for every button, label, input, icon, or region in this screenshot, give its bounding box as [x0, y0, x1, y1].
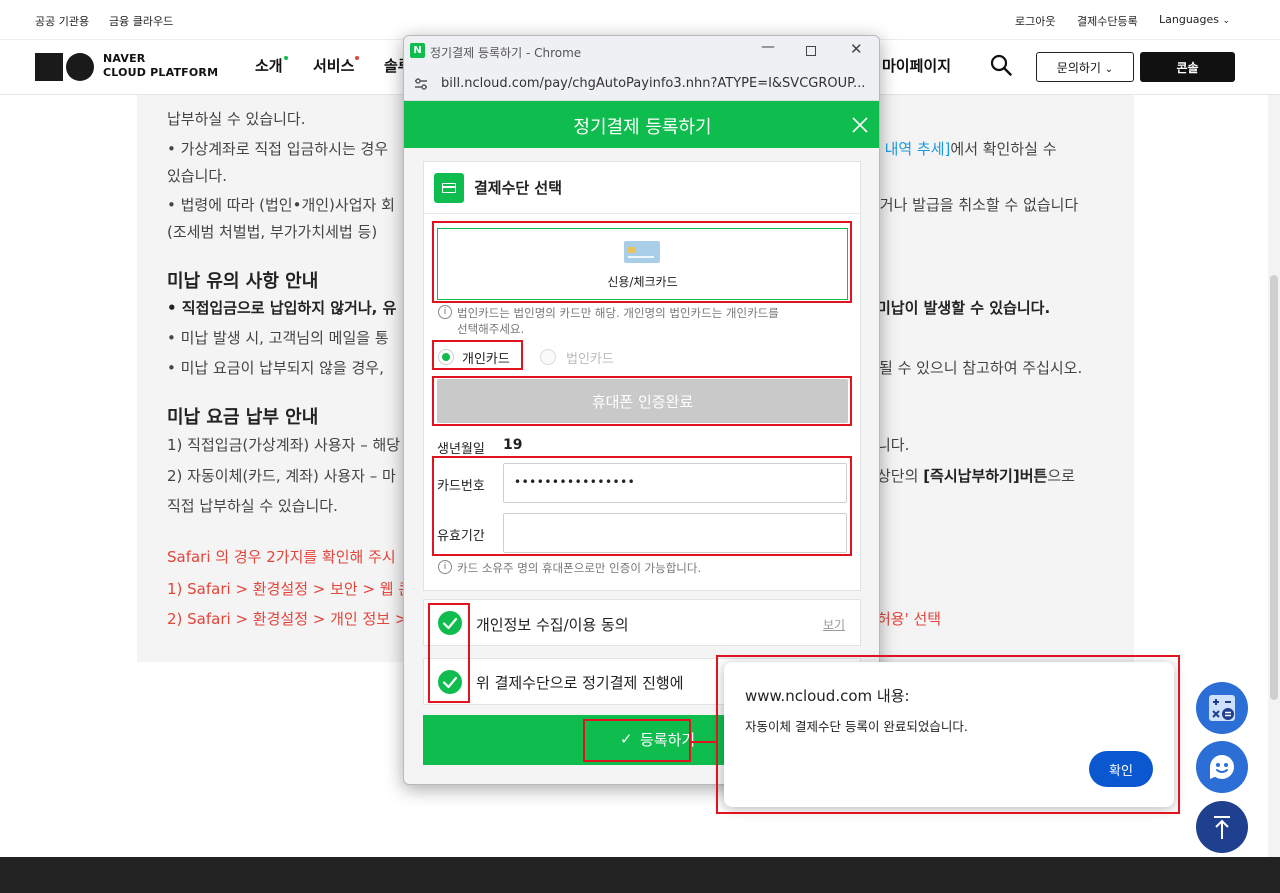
agreement-recurring-label: 위 결제수단으로 정기결제 진행에: [476, 674, 684, 692]
info-icon: i: [438, 305, 452, 319]
content-line: 상단의 [즉시납부하기]버튼으로: [877, 465, 1075, 486]
calculator-button[interactable]: [1196, 682, 1248, 734]
nav-item-mypage[interactable]: 마이페이지: [882, 55, 951, 76]
nav-item-services[interactable]: 서비스: [313, 55, 360, 76]
popup-header-title: 정기결제 등록하기: [573, 117, 712, 138]
popup-url[interactable]: bill.ncloud.com/pay/chgAutoPayinfo3.nhn?…: [441, 76, 865, 91]
nav-item-services-label: 서비스: [313, 57, 355, 75]
languages-label: Languages: [1159, 13, 1220, 26]
pay-now-reference: [즉시납부하기]버튼: [923, 467, 1048, 485]
nav-item-intro-label: 소개: [255, 57, 283, 75]
content-line: (조세범 처벌법, 부가가치세법 등): [167, 223, 378, 241]
logo-text-naver[interactable]: NAVER: [103, 52, 145, 65]
popup-window-title: 정기결제 등록하기 - Chrome: [430, 46, 582, 60]
calculator-icon: [1209, 695, 1235, 721]
content-line: 구 내역 추세]에서 확인하실 수: [866, 138, 1057, 159]
public-sector-link[interactable]: 공공 기관용: [35, 13, 89, 29]
new-dot-icon: [355, 56, 360, 60]
nav-item-intro[interactable]: 소개: [255, 55, 288, 76]
corporate-card-notice: 법인카드는 법인명의 카드만 해당. 개인명의 법인카드는 개인카드를: [457, 306, 779, 320]
chevron-down-icon: ⌄: [1222, 16, 1231, 26]
safari-notice: Safari 의 경우 2가지를 확인해 주시: [167, 548, 396, 566]
popup-close-icon[interactable]: [851, 116, 869, 134]
logo-text-cloud-platform[interactable]: CLOUD PLATFORM: [103, 66, 218, 79]
new-dot-icon: [283, 56, 288, 60]
content-text: 에서 확인하실 수: [950, 140, 1057, 158]
popup-address-bar[interactable]: bill.ncloud.com/pay/chgAutoPayinfo3.nhn?…: [404, 66, 879, 101]
content-line: • 미납 발생 시, 고객님의 메일을 통: [167, 329, 389, 347]
content-line: 직접 납부하실 수 있습니다.: [167, 497, 338, 515]
highlight-connector-line: [691, 741, 718, 743]
window-close-icon[interactable]: ✕: [850, 40, 863, 58]
safari-notice: 허용' 선택: [877, 610, 942, 628]
content-line: 니다.: [877, 436, 910, 454]
content-line: 납부하실 수 있습니다.: [167, 110, 306, 128]
content-text: 으로: [1047, 467, 1075, 485]
top-utility-bar: 공공 기관용 금융 클라우드 로그아웃 결제수단등록 Languages ⌄: [0, 0, 1280, 40]
corporate-card-radio[interactable]: [540, 349, 556, 365]
languages-menu[interactable]: Languages ⌄: [1159, 13, 1230, 26]
section-heading: 미납 유의 사항 안내: [167, 271, 319, 292]
site-settings-icon[interactable]: [414, 77, 428, 91]
highlight-personal-card: [432, 340, 523, 370]
highlight-phone-auth: [432, 376, 852, 426]
content-line: • 가상계좌로 직접 입금하시는 경우: [167, 140, 389, 158]
highlight-agreements: [428, 603, 470, 703]
arrow-up-icon: [1214, 816, 1230, 839]
chatbot-button[interactable]: [1196, 741, 1248, 793]
agreement-privacy-label: 개인정보 수집/이용 동의: [476, 616, 629, 634]
chevron-down-icon: ⌄: [1104, 63, 1114, 75]
maximize-icon[interactable]: [806, 46, 816, 56]
safari-notice: 2) Safari > 환경설정 > 개인 정보 >: [167, 610, 408, 628]
view-terms-link[interactable]: 보기: [823, 616, 845, 633]
content-line: 될 수 있으니 참고하여 주십시오.: [879, 359, 1083, 377]
content-line: 않거나 발급을 취소할 수 없습니다: [866, 196, 1079, 214]
birth-label: 생년월일: [437, 442, 485, 457]
content-line: • 직접입금으로 납입하지 않거나, 유: [167, 299, 397, 317]
popup-green-header: 정기결제 등록하기: [404, 101, 879, 148]
highlight-card-inputs: [432, 456, 852, 556]
safari-notice: 1) Safari > 환경설정 > 보안 > 웹 콘: [167, 580, 413, 598]
logo-circle-icon: [66, 53, 94, 81]
logo-square-icon: [35, 53, 63, 81]
content-line: • 법령에 따라 (법인•개인)사업자 회: [167, 196, 395, 214]
card-section-icon: [434, 173, 464, 203]
minimize-icon[interactable]: —: [761, 39, 775, 55]
chatbot-icon: [1209, 754, 1234, 779]
content-line: • 미납 요금이 납부되지 않을 경우,: [167, 359, 384, 377]
search-icon[interactable]: [990, 54, 1012, 76]
console-button[interactable]: 콘솔: [1140, 52, 1235, 82]
owner-phone-notice: 카드 소유주 명의 휴대폰으로만 인증이 가능합니다.: [457, 561, 702, 575]
inquiry-button[interactable]: 문의하기 ⌄: [1036, 52, 1134, 82]
page-footer: [0, 857, 1280, 893]
agreement-privacy[interactable]: 개인정보 수집/이용 동의 보기: [423, 599, 861, 646]
section-title: 결제수단 선택: [474, 179, 563, 197]
scroll-top-button[interactable]: [1196, 801, 1248, 853]
corporate-card-notice-2: 선택해주세요.: [457, 322, 525, 336]
content-line: 2) 자동이체(카드, 계좌) 사용자 – 마: [167, 467, 396, 485]
info-icon: i: [438, 560, 452, 574]
finance-cloud-link[interactable]: 금융 클라우드: [109, 13, 173, 29]
naver-n-icon: N: [410, 43, 425, 58]
content-text: 상단의: [877, 467, 919, 485]
content-line: 있습니다.: [167, 167, 227, 185]
highlight-alert-dialog: [716, 655, 1180, 814]
birth-value: 19: [503, 437, 523, 453]
highlight-register-button: [583, 719, 691, 762]
content-line: 1) 직접입금(가상계좌) 사용자 – 해당: [167, 436, 401, 454]
payment-method-register-link[interactable]: 결제수단등록: [1077, 13, 1138, 29]
inquiry-label: 문의하기: [1056, 60, 1101, 75]
popup-title-bar[interactable]: N 정기결제 등록하기 - Chrome — ✕: [404, 36, 879, 66]
logout-link[interactable]: 로그아웃: [1015, 13, 1055, 29]
content-line: 미납이 발생할 수 있습니다.: [877, 299, 1051, 317]
scrollbar-thumb[interactable]: [1270, 275, 1278, 700]
corporate-card-label[interactable]: 법인카드: [566, 348, 614, 367]
highlight-card-option: [432, 221, 852, 303]
section-heading: 미납 요금 납부 안내: [167, 407, 319, 428]
